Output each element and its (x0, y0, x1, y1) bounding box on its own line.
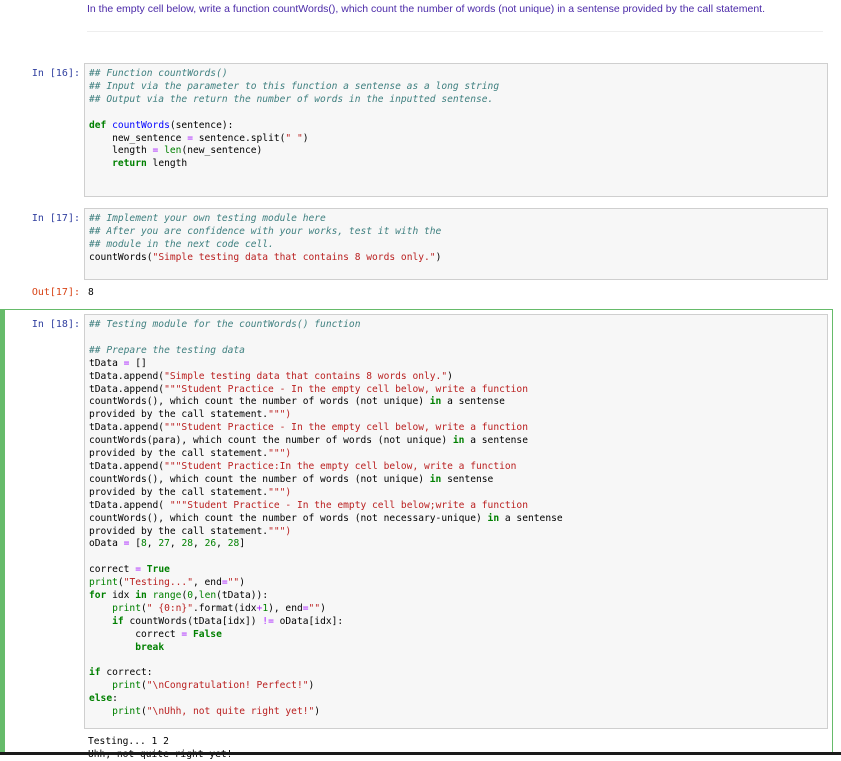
cell-18-code-editor[interactable]: ## Testing module for the countWords() f… (84, 314, 828, 729)
code-line: correct = True (89, 564, 170, 576)
code-line: ## Implement your own testing module her… (89, 213, 326, 224)
cell-18-code: ## Testing module for the countWords() f… (85, 315, 827, 719)
code-line: print("\nUhh, not quite right yet!") (112, 706, 321, 718)
cell-18-output-line-1: Testing... 1 2 (88, 736, 169, 747)
code-line: return length (112, 158, 188, 170)
cell-16-code: ## Function countWords() ## Input via th… (85, 64, 827, 171)
code-line: if correct: (89, 667, 153, 679)
code-line: ## After you are confidence with your wo… (89, 225, 442, 237)
code-line: provided by the call statement.""") (89, 409, 292, 421)
markdown-instructions: In the empty cell below, write a functio… (87, 3, 765, 15)
code-line: countWords(para), which count the number… (89, 435, 528, 447)
code-line: ## module in the next code cell. (89, 238, 274, 250)
code-line: provided by the call statement.""") (89, 448, 292, 460)
code-line: if countWords(tData[idx]) != oData[idx]: (112, 615, 344, 627)
code-line: break (135, 641, 165, 653)
code-line: provided by the call statement.""") (89, 486, 292, 498)
code-line: print("\nCongratulation! Perfect!") (112, 680, 315, 692)
code-line: countWords(), which count the number of … (89, 396, 505, 408)
code-line: ## Function countWords() (89, 68, 228, 79)
code-line: oData = [8, 27, 28, 26, 28] (89, 538, 246, 550)
markdown-divider (87, 31, 823, 32)
code-line: else: (89, 693, 118, 705)
cell-17-prompt: In [17]: (31, 213, 80, 224)
code-line: length = len(new_sentence) (89, 145, 263, 157)
cell-17-out-prompt: Out[17]: (31, 287, 80, 298)
code-line: countWords(), which count the number of … (89, 512, 563, 524)
cell-17-code: ## Implement your own testing module her… (85, 209, 827, 265)
code-line: ## Testing module for the countWords() f… (89, 319, 361, 330)
code-line: new_sentence = sentence.split(" ") (89, 132, 309, 144)
code-line: tData.append("Simple testing data that c… (89, 370, 453, 382)
cell-17-code-editor[interactable]: ## Implement your own testing module her… (84, 208, 828, 280)
code-line: correct = False (89, 628, 222, 640)
code-line: ## Prepare the testing data (89, 344, 245, 356)
code-line: tData.append( """Student Practice - In t… (89, 499, 528, 511)
code-line: tData.append("""Student Practice - In th… (89, 383, 528, 395)
code-line: countWords("Simple testing data that con… (89, 251, 442, 263)
code-line: ## Input via the parameter to this funct… (89, 80, 500, 92)
cell-17-output: 8 (88, 287, 94, 298)
code-line: tData.append("""Student Practice - In th… (89, 422, 528, 434)
cell-18-prompt: In [18]: (31, 319, 80, 330)
code-line: print("Testing...", end="") (89, 577, 245, 589)
code-line: print(" {0:n}".format(idx+1), end="") (112, 602, 326, 614)
code-line: provided by the call statement.""") (89, 525, 292, 537)
code-line: def countWords(sentence): (89, 119, 234, 131)
cell-16-prompt: In [16]: (31, 68, 80, 79)
cell-16-code-editor[interactable]: ## Function countWords() ## Input via th… (84, 63, 828, 197)
code-line: ## Output via the return the number of w… (89, 93, 494, 105)
code-line: for idx in range(0,len(tData)): (89, 590, 269, 602)
code-line: tData = [] (89, 357, 147, 369)
code-line: tData.append("""Student Practice:In the … (89, 460, 517, 472)
code-line: countWords(), which count the number of … (89, 473, 494, 485)
